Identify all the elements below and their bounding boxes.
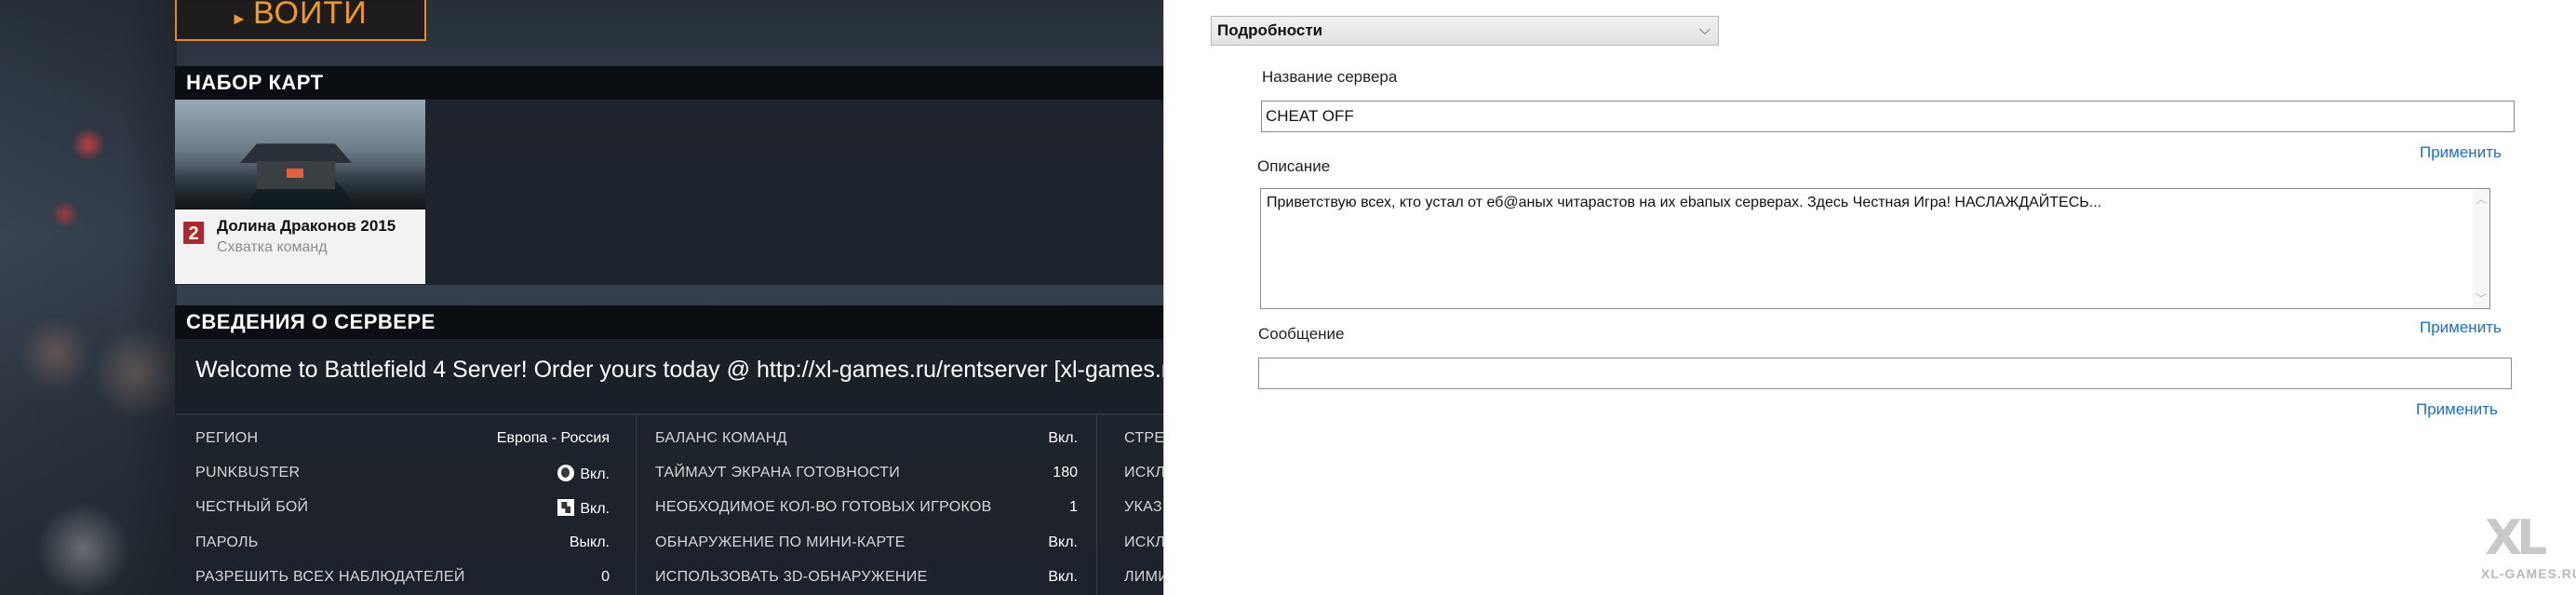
scroll-down-icon[interactable]: ﹀	[2475, 291, 2487, 306]
join-button[interactable]: ► ВОЙТИ	[175, 0, 426, 41]
info-row-ready-timeout: ТАЙМАУТ ЭКРАНА ГОТОВНОСТИ 180	[655, 465, 1078, 480]
apply-server-name-link[interactable]: Применить	[2420, 143, 2502, 162]
message-label: Сообщение	[1258, 325, 1345, 343]
column-divider	[636, 415, 637, 595]
background-glow	[0, 0, 177, 595]
map-card[interactable]: 2 Долина Драконов 2015 Схватка команд	[175, 100, 425, 284]
info-row-password: ПАРОЛЬ Выкл.	[195, 534, 610, 550]
description-text: Приветствую всех, кто устал от еб@аных ч…	[1267, 195, 2102, 210]
xl-logo-mark: XL	[2485, 510, 2547, 566]
info-row-cut: ИСКЛ	[1124, 465, 1163, 480]
description-textarea[interactable]: Приветствую всех, кто устал от еб@аных ч…	[1260, 188, 2490, 309]
map-order-number: 2	[182, 221, 205, 245]
join-button-label: ВОЙТИ	[253, 0, 368, 31]
play-arrow-icon: ►	[231, 9, 248, 28]
info-row-cut: УКАЗ	[1124, 499, 1162, 515]
info-row-ready-players: НЕОБХОДИМОЕ КОЛ-ВО ГОТОВЫХ ИГРОКОВ 1	[655, 499, 1078, 515]
punkbuster-icon	[557, 465, 575, 481]
apply-message-link[interactable]: Применить	[2416, 400, 2498, 419]
textarea-scrollbar[interactable]: ︿ ﹀	[2473, 189, 2489, 308]
maps-section-header: НАБОР КАРТ	[175, 66, 1163, 100]
section-select[interactable]: Подробности ⌵	[1211, 16, 1719, 46]
panel-divider	[1163, 0, 1164, 595]
column-divider	[1096, 415, 1097, 595]
server-name-input[interactable]	[1261, 101, 2515, 132]
info-row-cut: СТРЕ	[1124, 430, 1163, 446]
info-row-cut: ИСКЛ	[1124, 534, 1163, 550]
info-row-punkbuster: PUNKBUSTER Вкл.	[195, 465, 610, 482]
logo-text: XL-GAMES.RU	[2481, 566, 2576, 581]
scroll-up-icon[interactable]: ︿	[2475, 191, 2487, 207]
description-label: Описание	[1257, 157, 1331, 175]
map-game-mode: Схватка команд	[217, 239, 328, 255]
info-row-spectators: РАЗРЕШИТЬ ВСЕХ НАБЛЮДАТЕЛЕЙ 0	[195, 569, 610, 585]
message-input[interactable]	[1258, 358, 2512, 389]
info-row-fairfight: ЧЕСТНЫЙ БОЙ Вкл.	[195, 499, 610, 517]
chevron-down-icon: ⌵	[1698, 22, 1711, 38]
apply-description-link[interactable]: Применить	[2420, 318, 2502, 337]
server-info-section-header: СВЕДЕНИЯ О СЕРВЕРЕ	[175, 305, 1163, 339]
info-row-team-balance: БАЛАНС КОМАНД Вкл.	[655, 430, 1078, 446]
xl-games-logo: XL XL-GAMES.RU	[2477, 510, 2576, 594]
server-name-label: Название сервера	[1262, 68, 1398, 86]
info-row-region: РЕГИОН Европа - Россия	[195, 430, 610, 446]
info-row-cut: ЛИМИ	[1124, 569, 1163, 585]
section-select-value: Подробности	[1217, 21, 1323, 39]
server-welcome-message: Welcome to Battlefield 4 Server! Order y…	[195, 357, 1188, 383]
info-row-minimap-spotting: ОБНАРУЖЕНИЕ ПО МИНИ-КАРТЕ Вкл.	[655, 534, 1078, 550]
map-name: Долина Драконов 2015	[217, 217, 396, 235]
map-thumbnail	[175, 100, 425, 210]
info-row-3d-spotting: ИСПОЛЬЗОВАТЬ 3D-ОБНАРУЖЕНИЕ Вкл.	[655, 569, 1078, 585]
fairfight-icon	[557, 499, 575, 516]
